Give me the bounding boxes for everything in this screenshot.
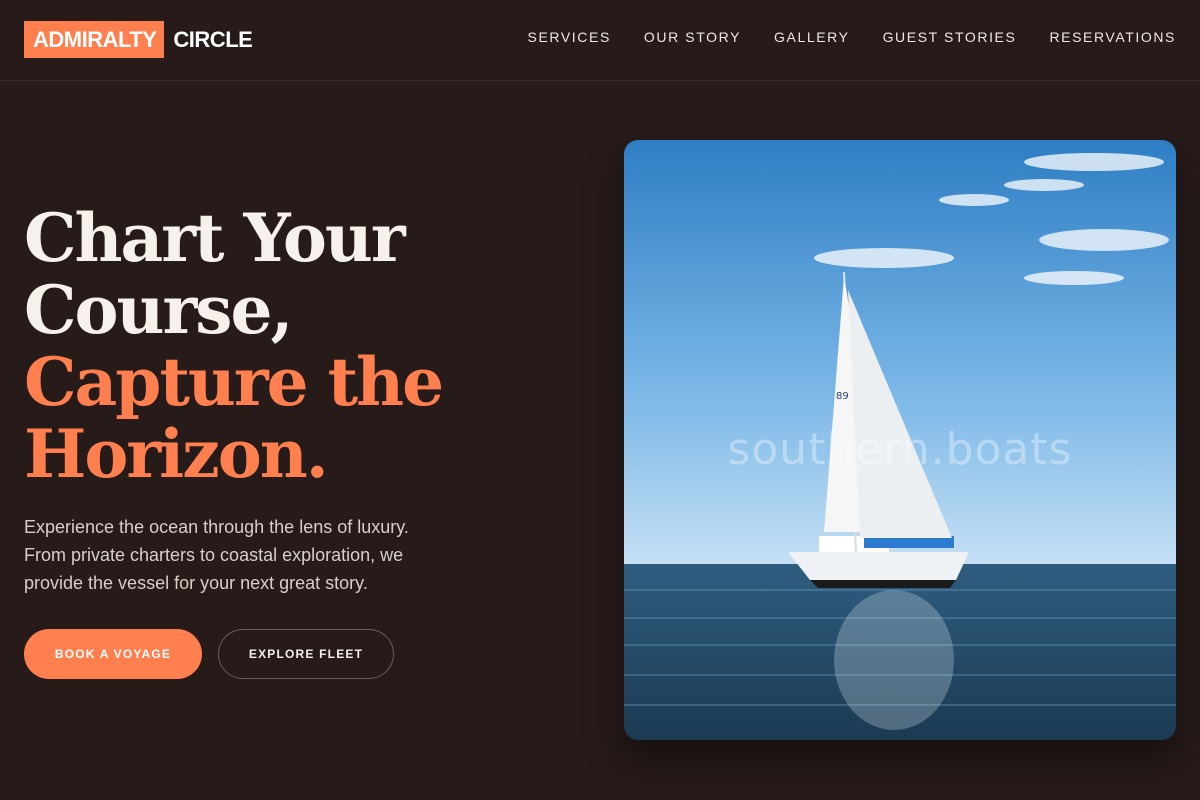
nav-item-services[interactable]: SERVICES — [528, 28, 611, 46]
nav-item-gallery[interactable]: GALLERY — [774, 28, 850, 46]
hero-sailboat-image: 89 southern.boats — [624, 140, 1176, 740]
sail-number-text: 89 — [836, 391, 849, 402]
main-nav: SERVICES OUR STORY GALLERY GUEST STORIES… — [528, 28, 1176, 46]
brand-logo[interactable]: ADMIRALTY CIRCLE — [24, 21, 253, 58]
nav-item-our-story[interactable]: OUR STORY — [644, 28, 741, 46]
site-header: ADMIRALTY CIRCLE SERVICES OUR STORY GALL… — [0, 0, 1200, 81]
image-watermark: southern.boats — [727, 424, 1073, 475]
logo-boxed-text: ADMIRALTY — [24, 21, 165, 58]
hero-title-line-4: Horizon. — [24, 415, 329, 493]
hero-title-line-2: Course, — [24, 271, 293, 349]
explore-fleet-button[interactable]: EXPLORE FLEET — [218, 629, 394, 679]
nav-item-reservations[interactable]: RESERVATIONS — [1049, 28, 1176, 46]
logo-plain-text: CIRCLE — [173, 26, 253, 52]
hero-title-line-3: Capture the — [24, 343, 444, 421]
hero-title-line-1: Chart Your — [24, 199, 406, 277]
nav-item-guest-stories[interactable]: GUEST STORIES — [883, 28, 1017, 46]
book-voyage-button[interactable]: BOOK A VOYAGE — [24, 629, 202, 679]
hero-description: Experience the ocean through the lens of… — [24, 517, 409, 593]
hero-title: Chart Your Course, Capture the Horizon. — [24, 202, 544, 490]
